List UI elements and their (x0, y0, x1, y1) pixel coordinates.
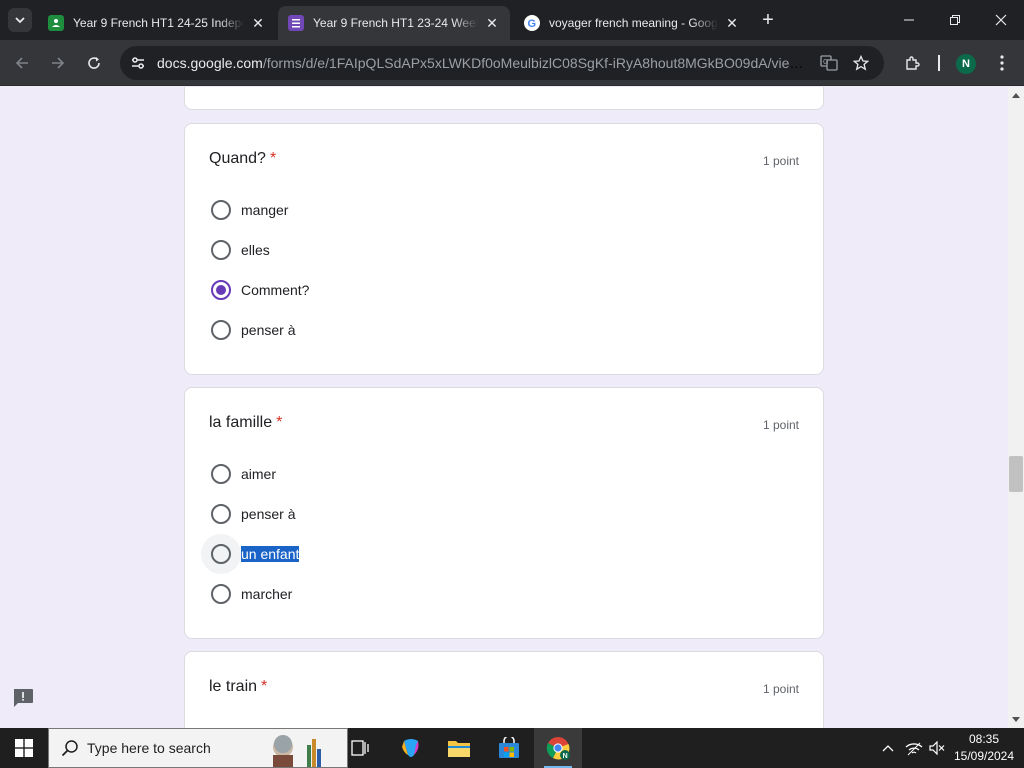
profile-avatar[interactable]: N (956, 54, 976, 74)
forward-arrow-icon[interactable] (42, 47, 74, 79)
question-title: la famille * (209, 414, 283, 431)
more-menu-icon[interactable] (986, 47, 1018, 79)
option-aimer[interactable]: aimer (201, 454, 276, 494)
option-label: Comment? (241, 282, 310, 298)
option-label-selected-text: un enfant (241, 546, 300, 562)
chrome-taskbar-icon[interactable]: N (534, 728, 582, 768)
back-arrow-icon[interactable] (6, 47, 38, 79)
address-bar[interactable]: docs.google.com/forms/d/e/1FAIpQLSdAPx5x… (120, 46, 884, 80)
tab-google-search[interactable]: G voyager french meaning - Google Search… (514, 6, 750, 40)
required-asterisk: * (261, 678, 268, 695)
search-highlight-illustration-icon (273, 735, 321, 767)
radio-button-checked[interactable] (201, 270, 241, 310)
google-classroom-icon (48, 15, 64, 31)
close-tab-icon[interactable]: ✕ (484, 15, 500, 31)
question-points: 1 point (762, 682, 799, 696)
svg-text:G: G (528, 18, 537, 30)
required-asterisk: * (269, 150, 277, 167)
reload-icon[interactable] (78, 47, 110, 79)
google-icon: G (524, 15, 540, 31)
previous-question-card (184, 87, 824, 110)
option-un-enfant[interactable]: un enfant (201, 534, 300, 574)
page-scrollbar[interactable] (1008, 87, 1024, 728)
svg-text:N: N (563, 753, 568, 760)
radio-button[interactable] (201, 310, 241, 350)
windows-taskbar: Type here to search N 08:35 15/09/2024 (0, 728, 1024, 768)
radio-button[interactable] (201, 574, 241, 614)
close-window-icon[interactable] (978, 0, 1024, 40)
required-asterisk: * (276, 414, 283, 431)
option-label: manger (241, 202, 289, 218)
question-card-le-train: le train * 1 point (184, 651, 824, 728)
question-title: le train * (209, 678, 268, 695)
chevron-down-icon (15, 17, 25, 24)
search-placeholder: Type here to search (87, 740, 211, 756)
form-page: Quand? * 1 point manger elles Comment? pe… (0, 87, 1008, 728)
radio-button[interactable] (201, 190, 241, 230)
scroll-up-arrow-icon[interactable] (1008, 87, 1024, 103)
browser-tab-strip: Year 9 French HT1 24-25 Independent ✕ Ye… (0, 0, 1024, 40)
minimize-icon[interactable] (886, 0, 932, 40)
show-hidden-icons-chevron-up-icon[interactable] (876, 728, 900, 768)
google-forms-icon (288, 15, 304, 31)
svg-text:G: G (823, 59, 828, 66)
option-comment[interactable]: Comment? (201, 270, 309, 310)
radio-button[interactable] (201, 230, 241, 270)
clock-date: 15/09/2024 (953, 749, 1015, 763)
option-marcher[interactable]: marcher (201, 574, 292, 614)
task-view-icon[interactable] (336, 728, 384, 768)
network-wifi-icon[interactable] (902, 728, 926, 768)
browser-toolbar: docs.google.com/forms/d/e/1FAIpQLSdAPx5x… (0, 40, 1024, 86)
option-manger[interactable]: manger (201, 190, 288, 230)
windows-start-icon[interactable] (0, 728, 48, 768)
question-title: Quand? * (209, 150, 277, 167)
scroll-thumb[interactable] (1009, 456, 1023, 492)
url-path: /forms/d/e/1FAIpQLSdAPx5xLWKDf0oMeulbizl… (262, 55, 812, 71)
new-tab-icon[interactable]: + (756, 8, 780, 32)
option-label: penser à (241, 322, 296, 338)
close-tab-icon[interactable]: ✕ (250, 15, 266, 31)
option-elles[interactable]: elles (201, 230, 270, 270)
search-icon (61, 740, 78, 757)
report-feedback-icon[interactable] (12, 688, 36, 708)
tab-title: Year 9 French HT1 23-24 Week 1 (313, 16, 478, 30)
tab-title: voyager french meaning - Google Search (549, 16, 718, 30)
radio-button[interactable] (201, 454, 241, 494)
tab-search-button[interactable] (8, 8, 32, 32)
volume-muted-icon[interactable] (926, 728, 948, 768)
toolbar-divider (938, 55, 940, 71)
extensions-icon[interactable] (896, 47, 928, 79)
taskbar-clock[interactable]: 08:35 15/09/2024 (948, 731, 1020, 765)
tab-title: Year 9 French HT1 24-25 Independent (73, 16, 244, 30)
option-label: aimer (241, 466, 277, 482)
restore-icon[interactable] (932, 0, 978, 40)
site-info-icon[interactable] (126, 51, 150, 75)
copilot-icon[interactable] (387, 728, 435, 768)
question-points: 1 point (762, 418, 799, 432)
option-label: elles (241, 242, 270, 258)
tab-year9-week1[interactable]: Year 9 French HT1 23-24 Week 1 ✕ (278, 6, 510, 40)
clock-time: 08:35 (968, 732, 1000, 746)
translate-icon[interactable]: G (817, 51, 841, 75)
scroll-down-arrow-icon[interactable] (1008, 712, 1024, 728)
question-card-la-famille: la famille * 1 point aimer penser à un en… (184, 387, 824, 639)
file-explorer-icon[interactable] (435, 728, 483, 768)
option-penser-a[interactable]: penser à (201, 310, 295, 350)
microsoft-store-icon[interactable] (485, 728, 533, 768)
radio-button[interactable] (201, 534, 241, 574)
url-host: docs.google.com (157, 55, 263, 71)
taskbar-search-box[interactable]: Type here to search (48, 728, 348, 768)
option-label: marcher (241, 586, 293, 602)
option-penser-a[interactable]: penser à (201, 494, 295, 534)
radio-button[interactable] (201, 494, 241, 534)
question-points: 1 point (762, 154, 799, 168)
option-label: penser à (241, 506, 296, 522)
url-text[interactable]: docs.google.com/forms/d/e/1FAIpQLSdAPx5x… (157, 55, 812, 71)
close-tab-icon[interactable]: ✕ (724, 15, 740, 31)
tab-independent[interactable]: Year 9 French HT1 24-25 Independent ✕ (38, 6, 276, 40)
bookmark-star-icon[interactable] (849, 51, 873, 75)
question-card-quand: Quand? * 1 point manger elles Comment? pe… (184, 123, 824, 375)
